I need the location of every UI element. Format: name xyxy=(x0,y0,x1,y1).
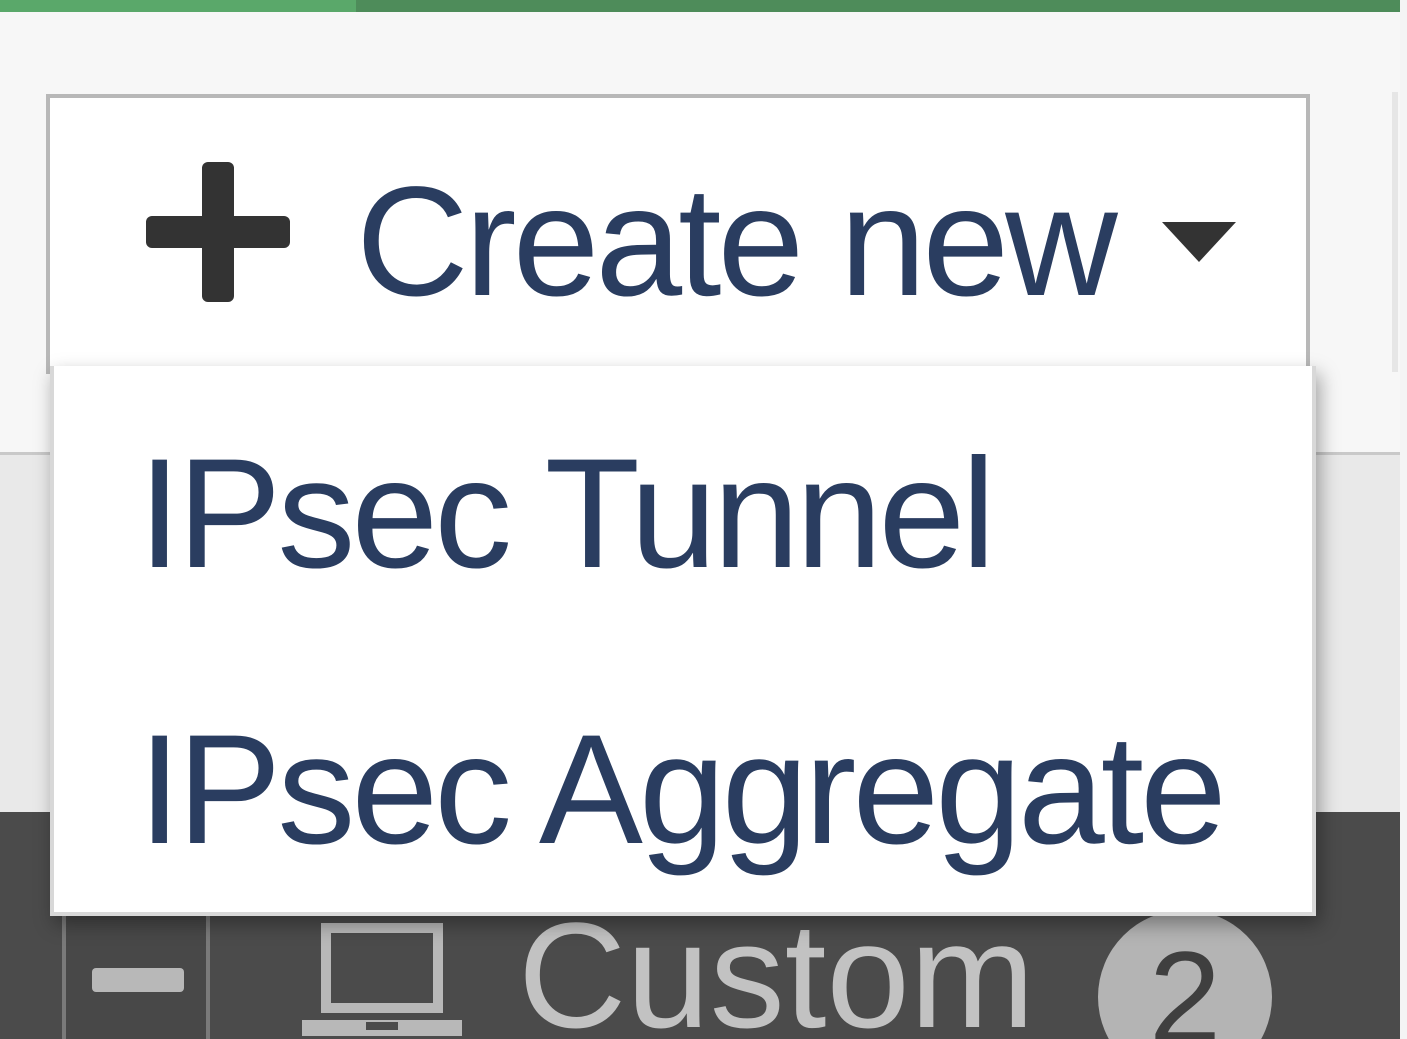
group-label: Custom xyxy=(518,891,1035,1039)
toolbar-divider xyxy=(1392,92,1398,372)
minus-icon xyxy=(92,968,184,992)
menu-item-ipsec-tunnel[interactable]: IPsec Tunnel xyxy=(54,366,1316,636)
menu-item-label: IPsec Tunnel xyxy=(138,427,996,601)
create-new-label: Create new xyxy=(356,155,1118,329)
collapse-group-button[interactable] xyxy=(62,912,210,1039)
menu-item-label: IPsec Aggregate xyxy=(138,703,1227,877)
menu-item-ipsec-aggregate[interactable]: IPsec Aggregate xyxy=(54,642,1316,912)
monitor-icon xyxy=(302,923,462,1036)
caret-down-icon xyxy=(1162,222,1236,262)
top-accent-segment xyxy=(0,0,356,12)
app-window: Custom 2 Create new IPsec Tunnel IPsec A… xyxy=(0,0,1407,1039)
create-new-dropdown-menu: IPsec Tunnel IPsec Aggregate xyxy=(50,366,1316,916)
plus-icon xyxy=(146,162,290,302)
create-new-button[interactable]: Create new xyxy=(46,94,1310,374)
top-accent-bar xyxy=(0,0,1400,12)
